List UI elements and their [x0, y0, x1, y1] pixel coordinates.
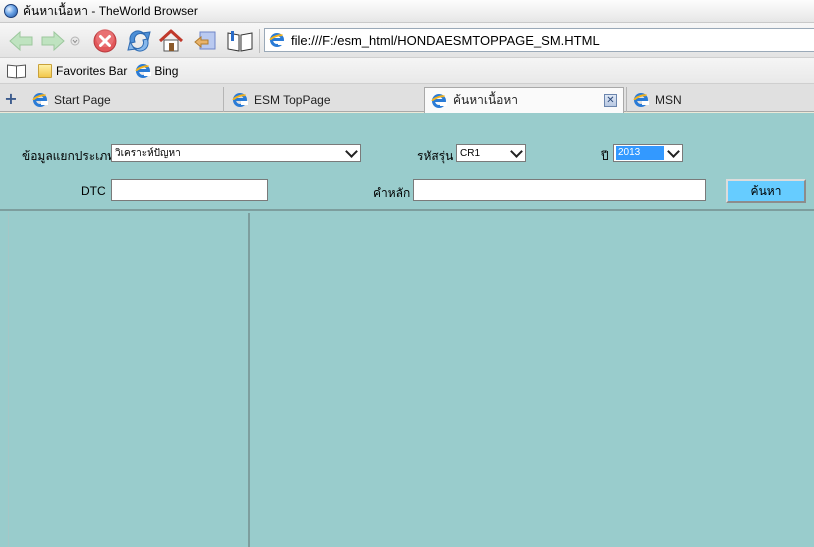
close-tab-button[interactable]: ✕	[604, 94, 617, 107]
model-label: รหัสรุ่น	[417, 149, 454, 163]
tab-start-page[interactable]: Start Page	[26, 87, 224, 112]
dtc-label: DTC	[81, 184, 106, 198]
category-select-value: วิเคราะห์ปัญหา	[115, 147, 181, 159]
forward-dropdown[interactable]	[68, 27, 82, 55]
home-icon	[158, 29, 184, 52]
back-arrow-icon	[9, 30, 33, 52]
favorites-book-icon	[227, 31, 253, 52]
ie-icon	[133, 62, 154, 79]
tab-content-search[interactable]: ค้นหาเนื้อหา ✕	[424, 87, 624, 113]
ie-icon	[30, 91, 50, 108]
year-label: ปี	[601, 149, 609, 163]
favorites-bar-folder-label: Favorites Bar	[56, 63, 128, 78]
favorites-bar-folder[interactable]: Favorites Bar	[38, 63, 128, 78]
page-content: ข้อมูลแยกประเภท วิเคราะห์ปัญหา รหัสรุ่น …	[0, 113, 814, 547]
keyword-input[interactable]	[413, 179, 706, 201]
history-icon	[194, 31, 216, 50]
favorites-bing-link[interactable]: Bing	[133, 62, 179, 79]
forward-button[interactable]	[38, 27, 68, 55]
plus-icon: +	[4, 88, 18, 108]
history-button[interactable]	[190, 27, 220, 55]
chevron-down-icon	[509, 146, 523, 160]
model-select[interactable]: CR1	[456, 144, 526, 162]
category-select[interactable]: วิเคราะห์ปัญหา	[111, 144, 361, 162]
tab-bar: + Start Page ESM TopPage ค้นหาเนื้อหา ✕ …	[0, 84, 814, 113]
folder-icon	[38, 63, 52, 78]
tab-msn[interactable]: MSN	[626, 87, 814, 112]
tab-label: MSN	[655, 92, 682, 107]
tab-label: ค้นหาเนื้อหา	[453, 93, 519, 107]
window-title: ค้นหาเนื้อหา - TheWorld Browser	[23, 3, 198, 18]
chevron-down-icon	[344, 146, 358, 160]
dtc-input[interactable]	[111, 179, 268, 201]
forward-arrow-icon	[41, 30, 65, 52]
model-select-value: CR1	[460, 147, 481, 159]
ie-icon	[631, 91, 651, 108]
new-tab-button[interactable]: +	[2, 88, 20, 108]
tab-label: ESM TopPage	[254, 92, 331, 107]
title-bar: ค้นหาเนื้อหา - TheWorld Browser	[0, 0, 814, 23]
ie-icon	[230, 91, 250, 108]
back-button[interactable]	[6, 27, 36, 55]
address-bar[interactable]: file:///F:/esm_html/HONDAESMTOPPAGE_SM.H…	[264, 28, 814, 52]
ie-page-icon	[267, 32, 287, 48]
tab-esm-toppage[interactable]: ESM TopPage	[226, 87, 422, 112]
refresh-icon	[127, 30, 151, 52]
favorites-bing-label: Bing	[154, 63, 179, 78]
year-select-value: 2013	[616, 146, 664, 160]
refresh-button[interactable]	[124, 27, 154, 55]
category-label: ข้อมูลแยกประเภท	[22, 149, 116, 163]
favorites-bar: Favorites Bar Bing	[0, 58, 814, 84]
year-select[interactable]: 2013	[613, 144, 683, 162]
search-button[interactable]: ค้นหา	[726, 179, 806, 203]
close-icon: ✕	[606, 94, 615, 106]
stop-button[interactable]	[90, 27, 120, 55]
ie-icon	[429, 92, 449, 109]
favorites-button[interactable]	[224, 27, 256, 55]
address-url: file:///F:/esm_html/HONDAESMTOPPAGE_SM.H…	[291, 32, 600, 48]
results-list-frame	[8, 213, 250, 547]
keyword-label: คำหลัก	[373, 186, 411, 200]
search-panel: ข้อมูลแยกประเภท วิเคราะห์ปัญหา รหัสรุ่น …	[0, 113, 814, 211]
home-button[interactable]	[156, 27, 186, 55]
navigation-toolbar: file:///F:/esm_html/HONDAESMTOPPAGE_SM.H…	[0, 23, 814, 58]
chevron-down-icon	[666, 146, 680, 160]
content-view-frame	[252, 213, 814, 547]
toolbar-separator	[259, 29, 260, 53]
browser-globe-icon	[4, 4, 18, 18]
favorites-book-icon[interactable]	[6, 64, 26, 78]
stop-icon	[93, 29, 117, 53]
tab-label: Start Page	[54, 92, 111, 107]
chevron-down-icon	[70, 36, 80, 46]
